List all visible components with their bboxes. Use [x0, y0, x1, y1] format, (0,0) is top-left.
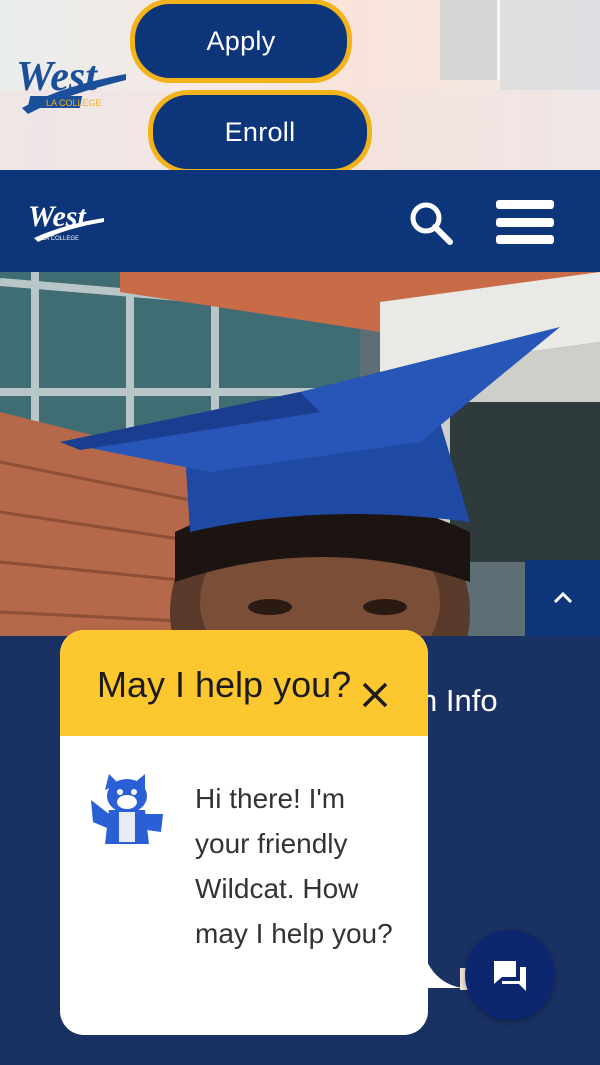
hero-image — [0, 272, 600, 636]
apply-button[interactable]: Apply — [130, 0, 352, 83]
apply-button-label: Apply — [206, 25, 276, 56]
scroll-to-top-button[interactable] — [525, 560, 600, 636]
close-icon — [362, 682, 388, 708]
background-window — [500, 0, 600, 90]
section-heading: n Info — [420, 683, 498, 718]
wildcat-mascot-avatar — [87, 770, 167, 850]
chat-close-button[interactable] — [358, 678, 392, 712]
chevron-up-icon — [553, 591, 572, 604]
logo-subtext: LA COLLEGE — [46, 98, 102, 108]
nav-logo[interactable]: West LA COLLEGE — [28, 198, 106, 246]
nav-logo-subtext: LA COLLEGE — [42, 236, 79, 242]
background-window — [440, 0, 500, 80]
hamburger-menu-icon-line — [496, 200, 554, 209]
chat-welcome-message: Hi there! I'm your friendly Wildcat. How… — [195, 783, 393, 949]
hamburger-menu-icon-line — [496, 235, 554, 244]
chat-bubbles-icon — [494, 961, 526, 991]
chat-title: May I help you? — [97, 664, 352, 705]
menu-button[interactable] — [496, 200, 554, 244]
west-la-college-logo-icon: West LA COLLEGE — [28, 200, 104, 242]
chat-launcher-button[interactable] — [465, 930, 555, 1020]
search-button[interactable] — [406, 198, 456, 248]
hamburger-menu-icon-line — [496, 217, 554, 227]
nav-logo-wordmark: West — [28, 200, 87, 233]
wildcat-mascot-icon — [91, 774, 163, 844]
graduate-photo — [0, 272, 600, 636]
enroll-button-label: Enroll — [224, 116, 296, 147]
enroll-button[interactable]: Enroll — [148, 90, 372, 174]
search-icon — [410, 202, 453, 245]
chat-header: May I help you? — [60, 630, 428, 736]
logo-wordmark: West — [16, 54, 98, 100]
west-la-college-logo-icon: West LA COLLEGE — [16, 54, 126, 114]
college-logo[interactable]: West LA COLLEGE — [14, 50, 130, 118]
chat-popup: May I help you? Hi there! I'm your frien… — [60, 630, 428, 1035]
